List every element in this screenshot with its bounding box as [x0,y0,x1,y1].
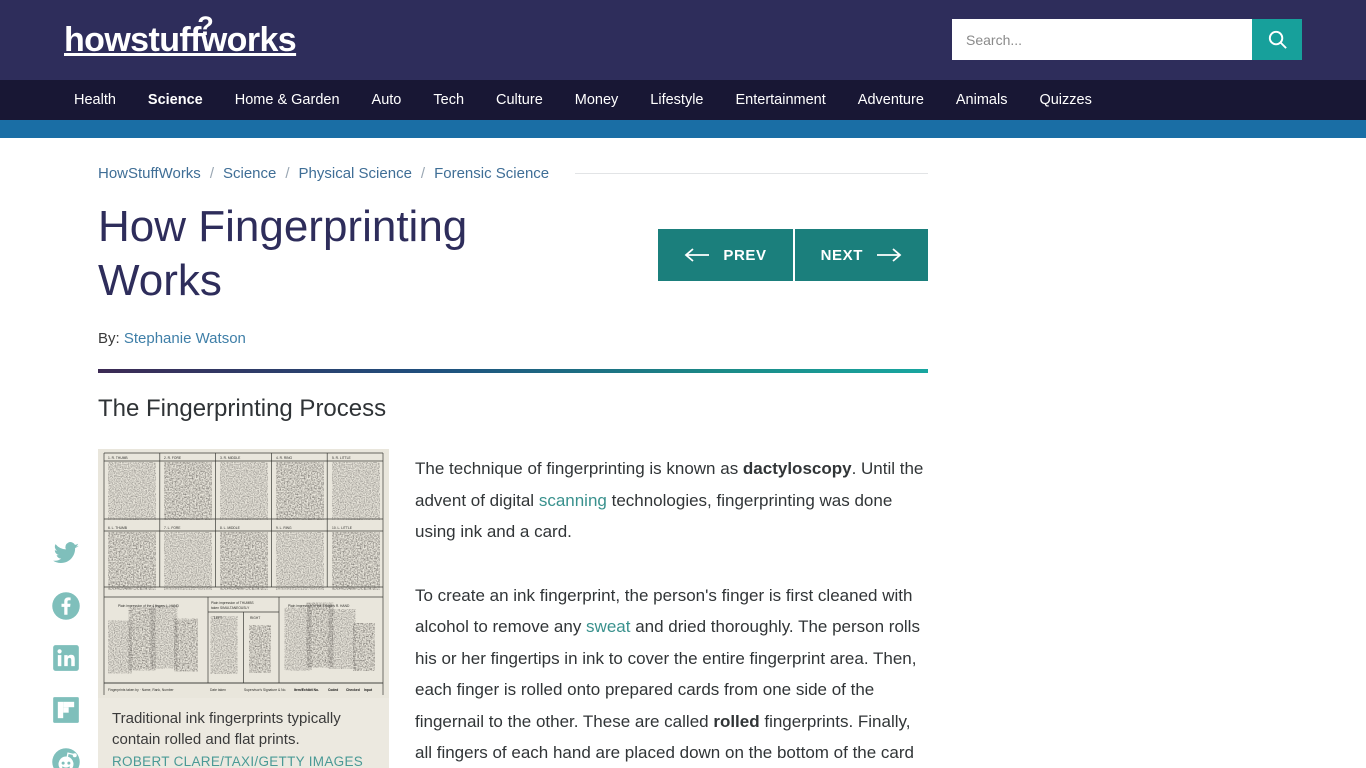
nav-item-science[interactable]: Science [132,80,219,120]
svg-text:3. R. MIDDLE: 3. R. MIDDLE [220,456,241,460]
nav-item-culture[interactable]: Culture [480,80,559,120]
linkedin-share-icon[interactable] [50,642,82,674]
breadcrumb-separator: / [209,165,214,182]
nav-item-health[interactable]: Health [58,80,132,120]
linkedin-in-icon [53,645,79,671]
nav-item-auto[interactable]: Auto [356,80,418,120]
article-body: 1. R. THUMB 2. R. FORE 3. R. MIDDLE 4. R. … [98,449,928,768]
twitter-share-icon[interactable] [50,538,82,570]
figure-caption: Traditional ink fingerprints typically c… [112,710,341,748]
svg-text:Input: Input [364,688,373,692]
nav-item-home-garden[interactable]: Home & Garden [219,80,356,120]
svg-text:8. L. MIDDLE: 8. L. MIDDLE [220,526,241,530]
svg-text:10. L. LITTLE: 10. L. LITTLE [332,526,353,530]
reddit-alien-icon [52,748,80,768]
nav-item-adventure[interactable]: Adventure [842,80,940,120]
search-input[interactable] [952,19,1252,60]
svg-text:4. R. RING: 4. R. RING [276,456,293,460]
site-header: howstuffworks ? [0,0,1366,80]
svg-text:Item/Exhibit No.: Item/Exhibit No. [294,688,319,692]
nav-item-quizzes[interactable]: Quizzes [1023,80,1107,120]
breadcrumb-separator: / [420,165,426,182]
next-button[interactable]: NEXT [794,229,928,281]
inline-link-scanning[interactable]: scanning [539,491,607,510]
flipboard-f-icon [53,697,79,723]
author-link[interactable]: Stephanie Watson [124,330,246,347]
svg-text:taken SIMULTANEOUSLY: taken SIMULTANEOUSLY [211,606,250,610]
figure-credit: ROBERT CLARE/TAXI/GETTY IMAGES [112,754,364,768]
search-bar [952,19,1302,60]
breadcrumb: HowStuffWorks / Science / Physical Scien… [98,138,928,182]
paragraph-1: The technique of fingerprinting is known… [415,453,928,548]
svg-text:Date taken: Date taken [210,688,226,692]
svg-text:Checked: Checked [346,688,360,692]
fingerprint-card-image: 1. R. THUMB 2. R. FORE 3. R. MIDDLE 4. R. … [98,449,389,698]
inline-link-sweat[interactable]: sweat [586,617,630,636]
facebook-share-icon[interactable] [50,590,82,622]
svg-text:Fingerprints taken by · Name,: Fingerprints taken by · Name, Rank, Numb… [108,688,174,692]
svg-text:Plain impression of the 4 fing: Plain impression of the 4 fingers L. HAN… [118,604,179,608]
nav-item-entertainment[interactable]: Entertainment [720,80,842,120]
social-share-rail [50,538,82,768]
byline: By: Stephanie Watson [98,330,928,347]
nav-item-money[interactable]: Money [559,80,635,120]
svg-text:5. R. LITTLE: 5. R. LITTLE [332,456,351,460]
text-run: The technique of fingerprinting is known… [415,459,743,478]
next-button-label: NEXT [820,246,863,264]
svg-text:2. R. FORE: 2. R. FORE [164,456,182,460]
nav-accent-strip [0,120,1366,138]
site-logo-text: howstuffworks [64,21,297,59]
article-figure: 1. R. THUMB 2. R. FORE 3. R. MIDDLE 4. R. … [98,449,389,768]
nav-item-tech[interactable]: Tech [417,80,480,120]
nav-item-lifestyle[interactable]: Lifestyle [634,80,719,120]
title-row: How Fingerprinting Works PREV NEXT [98,200,928,320]
breadcrumb-item-physical-science[interactable]: Physical Science [299,165,412,182]
svg-text:Plain impression of THUMBS: Plain impression of THUMBS [211,601,254,605]
svg-text:9. L. RING: 9. L. RING [276,526,292,530]
logo-question-mark-icon: ? [197,11,214,41]
svg-text:1. R. THUMB: 1. R. THUMB [108,456,128,460]
breadcrumb-separator: / [285,165,290,182]
facebook-f-icon [52,592,80,620]
site-logo[interactable]: howstuffworks ? [64,11,297,66]
section-heading: The Fingerprinting Process [98,395,387,422]
byline-prefix: By: [98,330,120,347]
content-column: HowStuffWorks / Science / Physical Scien… [98,138,928,768]
prev-button[interactable]: PREV [658,229,793,281]
svg-text:LEFT: LEFT [214,616,222,620]
reddit-share-icon[interactable] [50,746,82,768]
breadcrumb-item-science[interactable]: Science [223,165,276,182]
twitter-bird-icon [53,542,79,563]
nav-item-animals[interactable]: Animals [940,80,1024,120]
breadcrumb-item-forensic-science[interactable]: Forensic Science [434,165,549,182]
prev-button-label: PREV [723,246,767,264]
svg-text:Supervisor's Signature & No.: Supervisor's Signature & No. [244,688,286,692]
page-title: How Fingerprinting Works [98,202,468,305]
flipboard-share-icon[interactable] [50,694,82,726]
breadcrumb-rule [575,173,928,174]
paragraph-2: To create an ink fingerprint, the person… [415,580,928,768]
svg-text:6. L. THUMB: 6. L. THUMB [108,526,128,530]
svg-text:Plain impression of the 4 fing: Plain impression of the 4 fingers R. HAN… [288,604,350,608]
bold-term-rolled: rolled [713,711,760,731]
arrow-left-icon [684,248,710,262]
arrow-right-icon [877,248,902,262]
search-icon [1268,30,1287,49]
svg-text:7. L. FORE: 7. L. FORE [164,526,181,530]
pagination-controls: PREV NEXT [658,229,928,281]
title-divider [98,369,928,373]
main-navigation: Health Science Home & Garden Auto Tech C… [0,80,1366,120]
search-button[interactable] [1252,19,1302,60]
svg-text:RIGHT: RIGHT [250,616,260,620]
bold-term-dactyloscopy: dactyloscopy [742,459,852,478]
svg-text:Coded: Coded [328,688,338,692]
article-paragraphs: The technique of fingerprinting is known… [415,449,928,768]
breadcrumb-item-howstuffworks[interactable]: HowStuffWorks [98,165,201,182]
